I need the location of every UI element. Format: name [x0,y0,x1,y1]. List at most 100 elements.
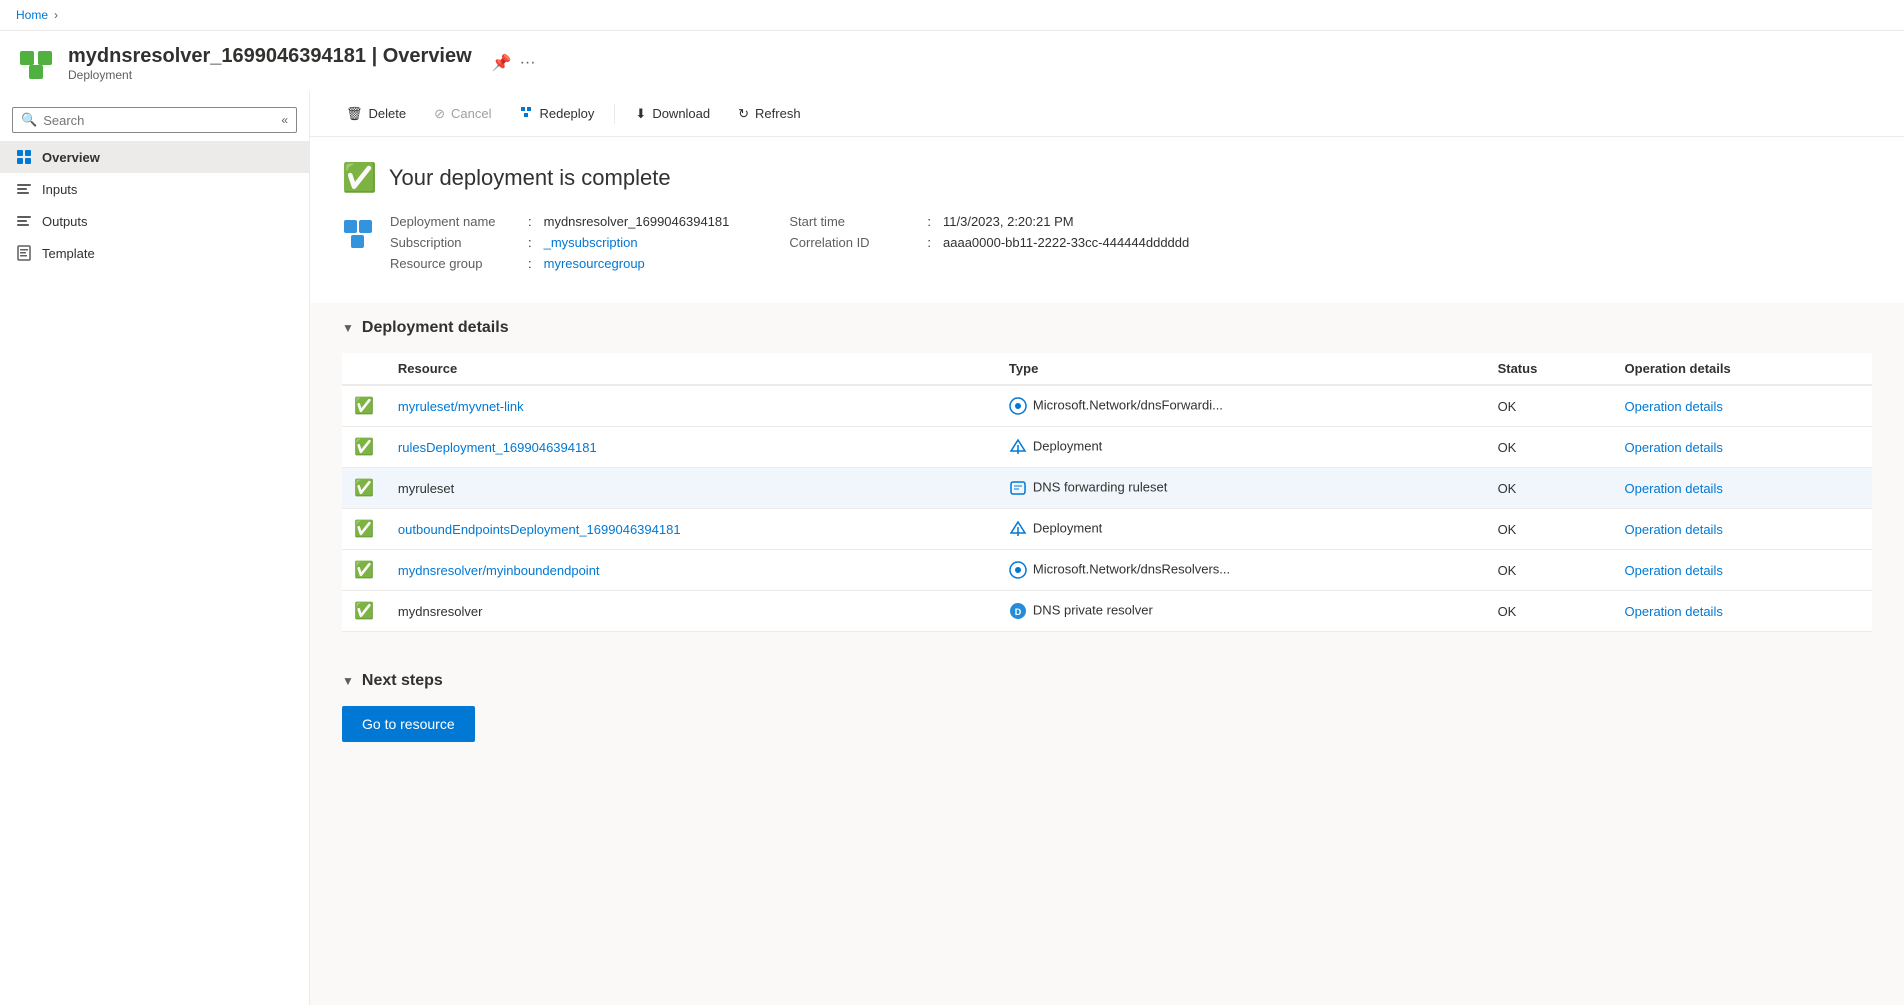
deployment-name-label: Deployment name [390,214,520,229]
operation-details-link[interactable]: Operation details [1625,522,1723,537]
row-status-icon: ✅ [342,509,386,550]
next-steps-header[interactable]: ▼ Next steps [342,672,1872,690]
download-button[interactable]: ⬇ Download [623,100,722,128]
status-title: Your deployment is complete [389,165,671,191]
start-time-value: 11/3/2023, 2:20:21 PM [943,214,1074,229]
deployment-table: Resource Type Status Operation details ✅… [342,353,1872,632]
template-icon [16,245,32,261]
row-status: OK [1486,509,1613,550]
deployment-icon [342,218,374,253]
row-status-icon: ✅ [342,385,386,427]
row-resource: myruleset [386,468,997,509]
row-operation-details: Operation details [1613,468,1872,509]
search-icon: 🔍 [21,112,37,128]
collapse-sidebar-button[interactable]: « [281,113,288,127]
deployment-details-title: Deployment details [362,319,509,337]
sidebar-item-overview[interactable]: Overview [0,141,309,173]
content-area: 🗑 Delete ⊘ Cancel Redeploy ⬇ Download [310,91,1904,1005]
deployment-details-header[interactable]: ▼ Deployment details [342,319,1872,337]
operation-details-link[interactable]: Operation details [1625,604,1723,619]
svg-text:D: D [1015,607,1022,617]
correlation-id-row: Correlation ID : aaaa0000-bb11-2222-33cc… [789,235,1189,250]
sidebar-item-inputs[interactable]: Inputs [0,173,309,205]
type-label: Microsoft.Network/dnsResolvers... [1033,561,1230,576]
search-box[interactable]: 🔍 « [12,107,297,133]
inputs-icon [16,181,32,197]
type-icon [1009,479,1027,497]
resource-link[interactable]: rulesDeployment_1699046394181 [398,440,597,455]
sidebar-item-outputs-label: Outputs [42,214,88,229]
resource-name: mydnsresolver [398,604,483,619]
resource-group-link[interactable]: myresourcegroup [544,256,645,271]
subscription-label: Subscription [390,235,520,250]
subscription-link[interactable]: _mysubscription [544,235,638,250]
col-type-header: Type [997,353,1486,385]
operation-details-link[interactable]: Operation details [1625,481,1723,496]
row-status: OK [1486,385,1613,427]
header-actions: 📌 ··· [492,53,536,73]
next-steps-section: ▼ Next steps Go to resource [310,648,1904,766]
deployment-info: Deployment name : mydnsresolver_16990463… [390,214,1189,271]
delete-icon: 🗑 [346,106,363,122]
sidebar-item-template[interactable]: Template [0,237,309,269]
sidebar: 🔍 « Overview Inputs O [0,91,310,1005]
redeploy-icon [519,105,533,122]
type-icon [1009,561,1027,579]
correlation-id-label: Correlation ID [789,235,919,250]
toolbar: 🗑 Delete ⊘ Cancel Redeploy ⬇ Download [310,91,1904,137]
row-resource: myruleset/myvnet-link [386,385,997,427]
row-type: D DNS private resolver [997,591,1486,632]
cancel-icon: ⊘ [434,106,445,122]
col-operation-header: Operation details [1613,353,1872,385]
info-block-right: Start time : 11/3/2023, 2:20:21 PM Corre… [789,214,1189,271]
breadcrumb-home[interactable]: Home [16,8,48,22]
row-operation-details: Operation details [1613,427,1872,468]
resource-link[interactable]: myruleset/myvnet-link [398,399,524,414]
operation-details-link[interactable]: Operation details [1625,399,1723,414]
status-check-icon: ✅ [342,161,377,194]
go-to-resource-button[interactable]: Go to resource [342,706,475,742]
table-row: ✅ outboundEndpointsDeployment_1699046394… [342,509,1872,550]
resource-name: myruleset [398,481,454,496]
row-operation-details: Operation details [1613,385,1872,427]
outputs-icon [16,213,32,229]
type-label: Deployment [1033,438,1102,453]
row-status-icon: ✅ [342,427,386,468]
operation-details-link[interactable]: Operation details [1625,440,1723,455]
chevron-down-icon: ▼ [342,321,354,335]
search-input[interactable] [43,113,275,128]
more-options-icon[interactable]: ··· [520,54,536,72]
pin-icon[interactable]: 📌 [492,53,512,73]
operation-details-link[interactable]: Operation details [1625,563,1723,578]
page-icon [16,43,56,83]
resource-group-label: Resource group [390,256,520,271]
type-icon [1009,520,1027,538]
resource-link[interactable]: mydnsresolver/myinboundendpoint [398,563,600,578]
refresh-button[interactable]: ↻ Refresh [726,100,812,128]
sidebar-item-outputs[interactable]: Outputs [0,205,309,237]
main-layout: 🔍 « Overview Inputs O [0,91,1904,1005]
type-label: DNS private resolver [1033,602,1153,617]
resource-link[interactable]: outboundEndpointsDeployment_169904639418… [398,522,681,537]
start-time-label: Start time [789,214,919,229]
type-icon [1009,397,1027,415]
sidebar-item-inputs-label: Inputs [42,182,77,197]
start-time-row: Start time : 11/3/2023, 2:20:21 PM [789,214,1189,229]
row-status: OK [1486,550,1613,591]
table-row: ✅ mydnsresolver DDNS private resolver OK… [342,591,1872,632]
row-status-icon: ✅ [342,550,386,591]
page-title-block: mydnsresolver_1699046394181 | Overview D… [68,45,472,82]
check-icon: ✅ [354,398,374,415]
breadcrumb-separator: › [54,8,58,22]
col-status-header: Status [1486,353,1613,385]
check-icon: ✅ [354,439,374,456]
cancel-button[interactable]: ⊘ Cancel [422,100,503,128]
check-icon: ✅ [354,603,374,620]
redeploy-button[interactable]: Redeploy [507,99,606,128]
deployment-name-value: mydnsresolver_1699046394181 [544,214,730,229]
page-header: mydnsresolver_1699046394181 | Overview D… [0,31,1904,91]
row-type: Deployment [997,427,1486,468]
sidebar-item-overview-label: Overview [42,150,100,165]
delete-button[interactable]: 🗑 Delete [334,100,418,128]
row-operation-details: Operation details [1613,550,1872,591]
